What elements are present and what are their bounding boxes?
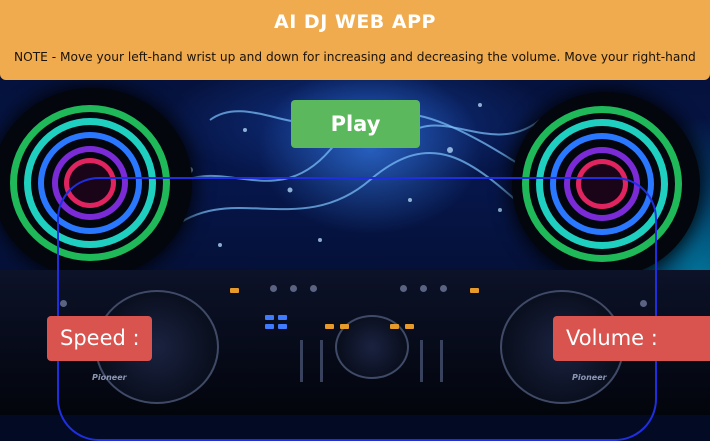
instruction-note: NOTE - Move your left-hand wrist up and … [14,50,696,64]
page-title: AI DJ WEB APP [274,11,436,33]
play-button[interactable]: Play [291,100,420,148]
volume-label: Volume : [553,316,710,361]
video-frame [57,177,657,441]
header-banner: AI DJ WEB APP NOTE - Move your left-hand… [0,0,710,80]
speed-label: Speed : [47,316,152,361]
